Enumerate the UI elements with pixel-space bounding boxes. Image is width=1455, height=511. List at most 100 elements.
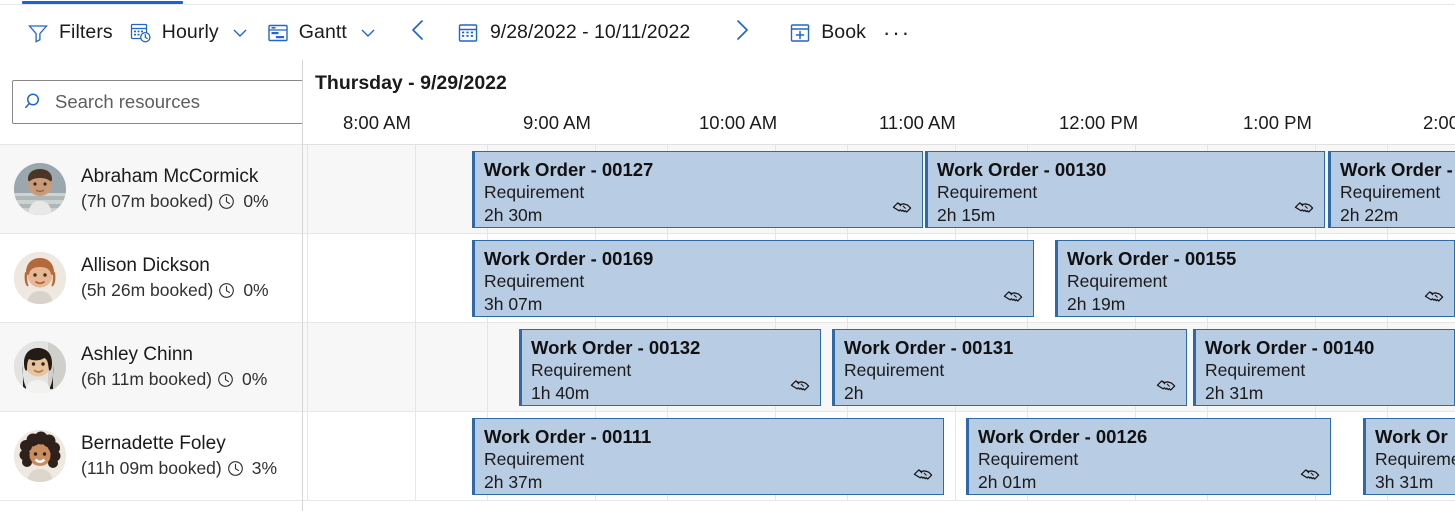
- gantt-icon: [266, 21, 290, 45]
- schedule-row[interactable]: Work Order - 00111 Requirement 2h 37m Wo…: [303, 412, 1455, 501]
- chevron-down-icon[interactable]: [358, 23, 378, 43]
- resource-name: Abraham McCormick: [81, 166, 259, 187]
- schedule-row[interactable]: Work Order - 00169 Requirement 3h 07m Wo…: [303, 234, 1455, 323]
- resource-meta: (5h 26m booked) 0%: [81, 278, 269, 303]
- avatar: [14, 430, 66, 482]
- booking-title: Work Order - 00140: [1205, 337, 1375, 358]
- booking-card[interactable]: Work Order - 00169 Requirement 3h 07m: [472, 240, 1034, 317]
- booking-subtitle: Requiremen: [1375, 449, 1455, 469]
- clock-icon: [218, 282, 235, 299]
- booking-card[interactable]: Work Order - 00155 Requirement 2h 19m: [1055, 240, 1455, 317]
- booking-subtitle: Requirement: [484, 449, 585, 469]
- resource-booked: (5h 26m booked): [81, 280, 214, 300]
- booking-card[interactable]: Work Or Requiremen 3h 31m: [1363, 418, 1455, 495]
- booking-card[interactable]: Work Order - 00132 Requirement 1h 40m: [519, 329, 821, 406]
- hourly-label: Hourly: [161, 21, 219, 43]
- chevron-left-icon: [406, 17, 432, 48]
- booking-card[interactable]: Work Order - 00140 Requirement 2h 31m: [1193, 329, 1455, 406]
- book-button[interactable]: Book: [780, 13, 874, 53]
- hour-gridline: [415, 323, 416, 411]
- booking-title: Work Order - 00169: [484, 248, 654, 269]
- date-range-button[interactable]: 9/28/2022 - 10/11/2022: [448, 13, 698, 53]
- booking-title: Work Order - 00111: [484, 426, 652, 447]
- schedule-row[interactable]: Work Order - 00127 Requirement 2h 30m Wo…: [303, 145, 1455, 234]
- hour-gridline: [415, 145, 416, 233]
- booking-subtitle: Requirement: [531, 360, 632, 380]
- resource-search-row: [0, 60, 302, 145]
- booking-card[interactable]: Work Order - Requirement 2h 22m: [1328, 151, 1455, 228]
- avatar: [14, 341, 66, 393]
- calendar-clock-icon: [129, 21, 153, 45]
- command-bar: Filters Hourly Gantt 9/28/2022 - 10/11/2…: [0, 5, 1455, 60]
- booking-duration: 2h: [844, 383, 864, 403]
- schedule-grid-panel: Thursday - 9/29/2022 8:00 AM 9:00 AM 10:…: [303, 60, 1455, 511]
- hourly-button[interactable]: Hourly: [121, 13, 258, 53]
- overflow-menu-button[interactable]: ···: [880, 15, 914, 51]
- resource-utilization: 0%: [242, 369, 268, 389]
- resource-meta: (11h 09m booked) 3%: [81, 456, 277, 481]
- clock-icon: [218, 193, 235, 210]
- calendar-icon: [456, 21, 480, 45]
- hour-label: 8:00 AM: [343, 112, 411, 133]
- booking-duration: 2h 30m: [484, 205, 543, 225]
- previous-period-button[interactable]: [402, 15, 436, 51]
- booking-title: Work Order - 00132: [531, 337, 701, 358]
- hour-gridline: [487, 323, 488, 411]
- hour-label: 12:00 PM: [1059, 112, 1139, 133]
- resource-row[interactable]: Allison Dickson (5h 26m booked) 0%: [0, 234, 302, 323]
- resource-booked: (11h 09m booked): [81, 458, 222, 478]
- booking-title: Work Order - 00155: [1067, 248, 1237, 269]
- hour-label: 10:00 AM: [699, 112, 778, 133]
- resource-booked: (6h 11m booked): [81, 369, 213, 389]
- handshake-icon: [1299, 464, 1321, 486]
- filters-label: Filters: [59, 21, 113, 43]
- resource-row[interactable]: Abraham McCormick (7h 07m booked) 0%: [0, 145, 302, 234]
- resource-name: Bernadette Foley: [81, 433, 226, 454]
- filters-button[interactable]: Filters: [18, 13, 121, 53]
- clock-icon: [217, 371, 234, 388]
- booking-duration: 1h 40m: [531, 383, 590, 403]
- resource-row[interactable]: Ashley Chinn (6h 11m booked) 0%: [0, 323, 302, 412]
- booking-subtitle: Requirement: [1340, 182, 1441, 202]
- avatar: [14, 163, 66, 215]
- booking-title: Work Order - 00127: [484, 159, 654, 180]
- gantt-button[interactable]: Gantt: [258, 13, 386, 53]
- schedule-row[interactable]: Work Order - 00132 Requirement 1h 40m Wo…: [303, 323, 1455, 412]
- hour-gridline: [307, 234, 308, 322]
- booking-duration: 2h 15m: [937, 205, 996, 225]
- board-body: Abraham McCormick (7h 07m booked) 0%: [0, 60, 1455, 511]
- search-input-wrapper[interactable]: [12, 80, 302, 124]
- booking-duration: 2h 37m: [484, 472, 543, 492]
- avatar: [14, 252, 66, 304]
- booking-card[interactable]: Work Order - 00130 Requirement 2h 15m: [925, 151, 1325, 228]
- hour-label: 9:00 AM: [523, 112, 591, 133]
- resource-name: Allison Dickson: [81, 255, 210, 276]
- booking-card[interactable]: Work Order - 00127 Requirement 2h 30m: [472, 151, 923, 228]
- handshake-icon: [789, 375, 811, 397]
- booking-title: Work Order - 00130: [937, 159, 1107, 180]
- resource-row[interactable]: Bernadette Foley (11h 09m booked) 3%: [0, 412, 302, 501]
- resource-utilization: 0%: [243, 191, 269, 211]
- resource-meta: (6h 11m booked) 0%: [81, 367, 267, 392]
- search-input[interactable]: [55, 91, 298, 113]
- resource-info: Ashley Chinn (6h 11m booked) 0%: [81, 342, 267, 392]
- chevron-down-icon[interactable]: [230, 23, 250, 43]
- booking-subtitle: Requirement: [484, 182, 585, 202]
- booking-subtitle: Requirement: [1205, 360, 1306, 380]
- hour-gridline: [415, 412, 416, 500]
- booking-card[interactable]: Work Order - 00131 Requirement 2h: [832, 329, 1187, 406]
- handshake-icon: [912, 464, 934, 486]
- handshake-icon: [1155, 375, 1177, 397]
- booking-card[interactable]: Work Order - 00126 Requirement 2h 01m: [966, 418, 1331, 495]
- chevron-right-icon: [728, 17, 754, 48]
- booking-title: Work Or: [1375, 426, 1448, 447]
- next-period-button[interactable]: [724, 15, 758, 51]
- day-header: Thursday - 9/29/2022: [303, 60, 1455, 106]
- hour-gridline: [307, 412, 308, 500]
- resource-list: Abraham McCormick (7h 07m booked) 0% All…: [0, 145, 302, 501]
- schedule-grid: Work Order - 00127 Requirement 2h 30m Wo…: [303, 145, 1455, 511]
- resource-panel: Abraham McCormick (7h 07m booked) 0%: [0, 60, 303, 511]
- booking-title: Work Order -: [1340, 159, 1453, 180]
- booking-card[interactable]: Work Order - 00111 Requirement 2h 37m: [472, 418, 944, 495]
- handshake-icon: [1293, 197, 1315, 219]
